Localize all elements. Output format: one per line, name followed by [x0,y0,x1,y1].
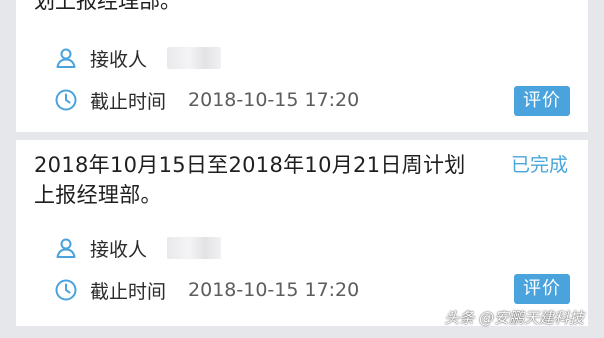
task-card: 2018年10月15日至2018年10月21日周计划上报经理部。 已完成 接收人… [16,140,588,326]
status-badge: 已完成 [510,154,568,176]
person-icon [54,236,78,260]
deadline-row: 截止时间 2018-10-15 17:20 [54,276,359,304]
rate-button[interactable]: 评价 [514,274,570,304]
deadline-value: 2018-10-15 17:20 [188,89,360,111]
receiver-row: 接收人 [54,44,222,72]
receiver-label: 接收人 [90,48,148,71]
receiver-label: 接收人 [90,238,148,261]
watermark: 头条 @安鹏天建科技 [444,309,584,327]
deadline-value: 2018-10-15 17:20 [188,279,360,301]
receiver-name-redacted [167,47,222,69]
task-title: 2018年10月15日至2018年10月21日周计划上报经理部。 [34,153,466,207]
deadline-label: 截止时间 [90,90,167,113]
person-icon [54,46,78,70]
clock-icon [54,88,78,112]
deadline-row: 截止时间 2018-10-15 17:20 [54,86,359,114]
clock-icon [54,278,78,302]
receiver-name-redacted [167,237,222,259]
receiver-row: 接收人 [54,234,222,262]
task-title: 划上报经理部。 [34,0,181,13]
deadline-label: 截止时间 [90,280,167,303]
task-card: 划上报经理部。 接收人 截止时间 2018-10-15 17:20 评价 [16,0,588,132]
rate-button[interactable]: 评价 [514,86,570,116]
